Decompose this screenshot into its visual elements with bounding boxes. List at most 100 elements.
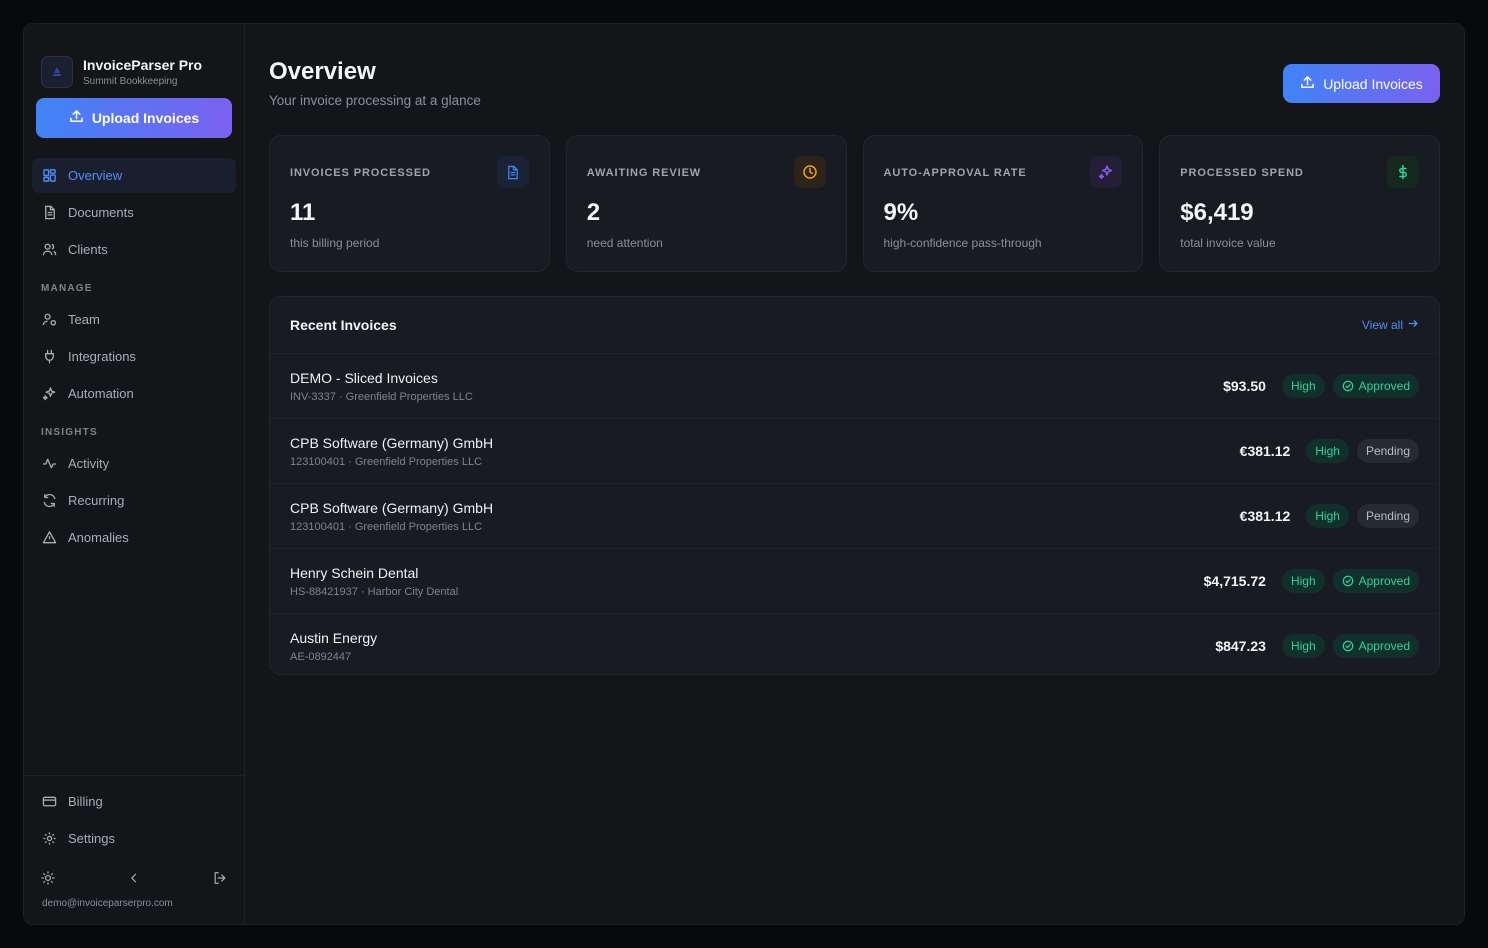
confidence-badge: High: [1281, 569, 1325, 593]
header-upload-button[interactable]: Upload Invoices: [1283, 64, 1440, 103]
sidebar-item-documents[interactable]: Documents: [32, 195, 236, 230]
table-row[interactable]: Henry Schein Dental HS-88421937 · Harbor…: [270, 548, 1439, 613]
sidebar-item-label: Clients: [68, 242, 108, 257]
table-row[interactable]: CPB Software (Germany) GmbH 123100401 · …: [270, 483, 1439, 548]
sidebar-item-label: Activity: [68, 456, 110, 471]
workspace-name: Summit Bookkeeping: [83, 76, 178, 87]
invoice-meta: HS-88421937 · Harbor City Dental: [290, 585, 459, 598]
status-badge: Approved: [1332, 569, 1419, 593]
invoice-meta: AE-0892447: [290, 650, 352, 663]
arrow-right-icon: [1408, 318, 1419, 332]
stat-value: $6,419: [1180, 199, 1254, 226]
sidebar-item-integrations[interactable]: Integrations: [32, 339, 236, 374]
sidebar-item-overview[interactable]: Overview: [32, 158, 236, 193]
sidebar-item-billing[interactable]: Billing: [32, 784, 236, 819]
activity-icon: [42, 456, 58, 472]
card-icon: [42, 794, 58, 810]
invoice-amount: $847.23: [1215, 638, 1266, 654]
sidebar-item-label: Documents: [68, 205, 134, 220]
status-label: Pending: [1365, 444, 1410, 458]
sidebar-footer: Billing Settings demo@invoiceparserpro.c…: [24, 775, 244, 924]
sidebar-item-activity[interactable]: Activity: [32, 446, 236, 481]
stat-label: AUTO-APPROVAL RATE: [883, 167, 1027, 179]
view-all-link[interactable]: View all: [1362, 318, 1419, 332]
logout-icon[interactable]: [212, 870, 228, 886]
invoice-amount: €381.12: [1239, 508, 1291, 524]
document-icon: [42, 205, 58, 221]
sidebar-item-label: Integrations: [68, 349, 136, 364]
upload-icon: [1300, 75, 1315, 93]
sidebar-tools: [24, 858, 244, 886]
status-label: Pending: [1365, 509, 1410, 523]
stat-card-invoices-processed: INVOICES PROCESSED 11 this billing perio…: [269, 135, 550, 272]
invoice-meta: 123100401 · Greenfield Properties LLC: [290, 455, 483, 468]
sidebar-item-team[interactable]: Team: [32, 302, 236, 337]
app-name: InvoiceParser Pro: [83, 57, 203, 73]
stat-card-processed-spend: PROCESSED SPEND $6,419 total invoice val…: [1159, 135, 1440, 272]
confidence-badge: High: [1281, 374, 1325, 398]
invoice-meta: 123100401 · Greenfield Properties LLC: [290, 520, 483, 533]
page-title: Overview: [269, 58, 376, 85]
invoice-vendor: CPB Software (Germany) GmbH: [290, 434, 494, 451]
invoice-amount: $93.50: [1223, 378, 1266, 394]
stat-label: AWAITING REVIEW: [586, 167, 702, 179]
status-badge: Pending: [1356, 504, 1419, 528]
stat-hint: need attention: [586, 236, 663, 250]
team-icon: [42, 312, 58, 328]
stat-value: 11: [290, 199, 316, 226]
invoice-meta: INV-3337 · Greenfield Properties LLC: [290, 390, 473, 403]
status-label: Approved: [1358, 639, 1410, 653]
confidence-badge: High: [1306, 504, 1349, 528]
brand: InvoiceParser Pro Summit Bookkeeping: [24, 24, 244, 98]
status-badge: Approved: [1332, 374, 1419, 398]
invoice-amount: $4,715.72: [1203, 573, 1266, 589]
plug-icon: [42, 349, 58, 365]
stat-hint: this billing period: [290, 236, 380, 250]
check-circle-icon: [1342, 575, 1353, 587]
clock-icon: [793, 156, 826, 188]
dollar-icon: [1387, 156, 1419, 188]
app-logo-icon: [41, 56, 73, 88]
recent-invoices-panel: Recent Invoices View all DEMO - Sliced I…: [269, 296, 1440, 675]
main-content: Overview Your invoice processing at a gl…: [245, 24, 1464, 924]
section-heading-insights: INSIGHTS: [41, 427, 98, 438]
table-row[interactable]: Austin Energy AE-0892447 $847.23 High Ap…: [270, 613, 1439, 674]
recent-invoices-title: Recent Invoices: [290, 317, 397, 333]
table-row[interactable]: CPB Software (Germany) GmbH 123100401 · …: [270, 418, 1439, 483]
collapse-sidebar-chevron-left-icon[interactable]: [126, 870, 142, 886]
confidence-badge: High: [1306, 439, 1349, 463]
sidebar-item-recurring[interactable]: Recurring: [32, 483, 236, 518]
status-label: Approved: [1358, 379, 1410, 393]
view-all-label: View all: [1361, 318, 1403, 332]
invoice-amount: €381.12: [1239, 443, 1291, 459]
status-badge: Pending: [1356, 439, 1419, 463]
user-email: demo@invoiceparserpro.com: [42, 898, 173, 909]
sidebar-item-label: Overview: [68, 168, 123, 183]
stat-value: 9%: [883, 199, 919, 226]
sidebar-item-label: Recurring: [68, 493, 125, 508]
theme-toggle-sun-icon[interactable]: [40, 870, 56, 886]
users-icon: [42, 242, 58, 258]
sidebar-item-automation[interactable]: Automation: [32, 376, 236, 411]
section-heading-manage: MANAGE: [41, 283, 93, 294]
invoice-vendor: DEMO - Sliced Invoices: [290, 369, 438, 386]
sidebar-item-label: Billing: [68, 794, 103, 809]
gear-icon: [42, 831, 58, 847]
confidence-badge: High: [1281, 634, 1325, 658]
sidebar-item-settings[interactable]: Settings: [32, 821, 236, 856]
check-circle-icon: [1342, 640, 1353, 652]
upload-icon: [69, 109, 84, 127]
sidebar-item-clients[interactable]: Clients: [32, 232, 236, 267]
sidebar-item-label: Automation: [68, 386, 134, 401]
header-upload-label: Upload Invoices: [1323, 75, 1423, 92]
table-row[interactable]: DEMO - Sliced Invoices INV-3337 · Greenf…: [270, 353, 1439, 418]
status-label: Approved: [1358, 574, 1410, 588]
app-window: InvoiceParser Pro Summit Bookkeeping Upl…: [23, 23, 1465, 925]
status-badge: Approved: [1332, 634, 1419, 658]
stat-card-auto-approval-rate: AUTO-APPROVAL RATE 9% high-confidence pa…: [862, 135, 1144, 272]
refresh-icon: [42, 493, 58, 509]
sidebar-item-anomalies[interactable]: Anomalies: [32, 520, 236, 555]
stat-hint: total invoice value: [1180, 236, 1276, 250]
invoice-vendor: Henry Schein Dental: [290, 564, 419, 581]
sidebar-upload-button[interactable]: Upload Invoices: [36, 98, 232, 138]
